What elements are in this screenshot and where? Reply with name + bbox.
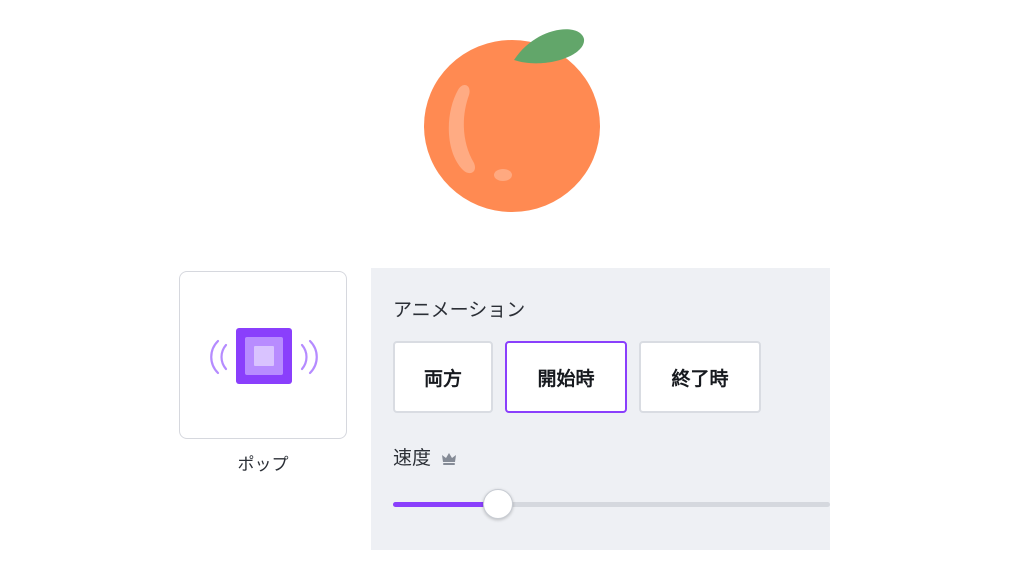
speed-slider-thumb[interactable] <box>482 489 513 519</box>
animation-name-label: ポップ <box>237 455 289 475</box>
pop-animation-icon <box>210 328 318 384</box>
animation-preview-card[interactable] <box>179 271 347 439</box>
right-motion-arc-icon <box>308 339 318 375</box>
crown-icon <box>442 453 457 465</box>
pop-square-inner <box>254 346 274 366</box>
left-motion-arc-inner-icon <box>220 343 228 371</box>
animation-timing-start-button[interactable]: 開始時 <box>505 341 627 413</box>
speed-setting-header: 速度 <box>393 446 458 470</box>
animation-section-title: アニメーション <box>393 299 526 321</box>
animation-timing-both-button[interactable]: 両方 <box>393 341 493 413</box>
speed-label: 速度 <box>393 447 432 469</box>
right-motion-arc-inner-icon <box>300 343 308 371</box>
animation-settings-panel: アニメーション 両方 開始時 終了時 速度 <box>371 268 830 550</box>
left-motion-arc-icon <box>210 339 220 375</box>
animation-timing-end-button[interactable]: 終了時 <box>639 341 761 413</box>
orange-fruit-illustration <box>424 29 600 212</box>
orange-small-highlight <box>494 169 512 181</box>
speed-slider[interactable] <box>393 488 830 520</box>
animation-settings-screen: ポップ アニメーション 両方 開始時 終了時 速度 <box>0 0 1024 576</box>
